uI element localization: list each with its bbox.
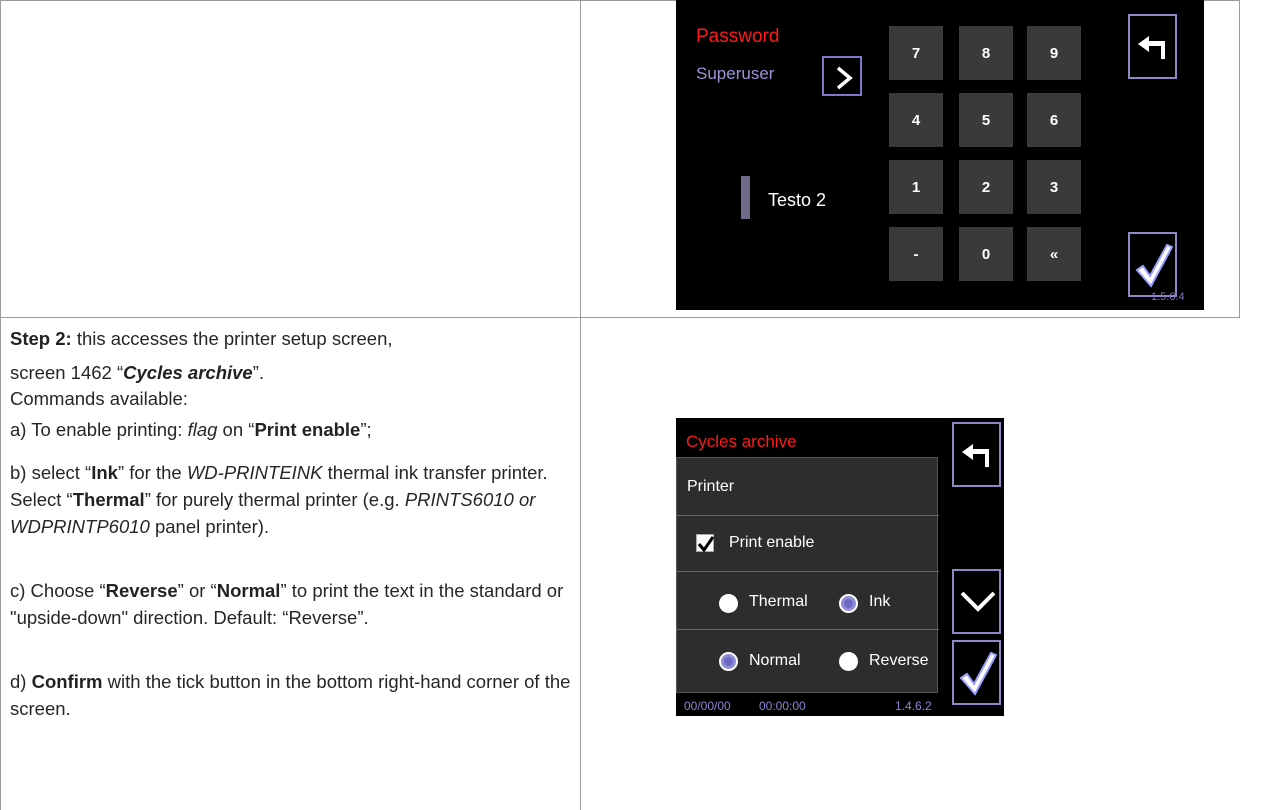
chevron-down-icon (960, 591, 996, 612)
print-direction-row: Normal Reverse (677, 630, 939, 692)
table-border-mid (580, 0, 581, 810)
thermal-radio[interactable] (719, 594, 738, 613)
back-button[interactable] (1128, 14, 1177, 79)
print-enable-checkbox[interactable] (696, 534, 715, 553)
version-label: 1.4.6.2 (895, 699, 932, 713)
normal-radio[interactable] (719, 652, 738, 671)
key-0[interactable]: 0 (959, 227, 1013, 281)
checkmark-icon (697, 536, 715, 553)
screen-reference: screen 1462 “Cycles archive”. (10, 362, 265, 383)
table-border-left (0, 0, 1, 810)
text-cursor-bar (741, 176, 750, 219)
table-row-divider (0, 317, 1240, 318)
thermal-label: Thermal (749, 593, 808, 610)
chevron-right-icon (836, 66, 853, 90)
ink-label: Ink (869, 593, 891, 610)
cycles-archive-screen: Cycles archive Printer Print enable Ther… (676, 418, 1004, 716)
text-label: Testo 2 (768, 190, 827, 210)
item-a: a) To enable printing: flag on “Print en… (10, 419, 372, 440)
printer-settings-panel: Printer Print enable Thermal Ink Normal … (676, 457, 939, 693)
key-5[interactable]: 5 (959, 93, 1013, 147)
checkmark-icon (959, 651, 997, 696)
return-arrow-icon (962, 444, 989, 467)
step-heading: Step 2: this accesses the printer setup … (10, 328, 393, 349)
status-time: 00:00:00 (759, 699, 806, 713)
key-3[interactable]: 3 (1027, 160, 1081, 214)
key-1[interactable]: 1 (889, 160, 943, 214)
back-button[interactable] (952, 422, 1001, 487)
item-b: b) select “Ink” for the WD-PRINTEINK the… (10, 462, 548, 537)
key-minus[interactable]: - (889, 227, 943, 281)
confirm-button[interactable] (952, 640, 1001, 705)
item-d: d) Confirm with the tick button in the b… (10, 671, 571, 719)
key-4[interactable]: 4 (889, 93, 943, 147)
key-2[interactable]: 2 (959, 160, 1013, 214)
status-date: 00/00/00 (684, 699, 731, 713)
ink-radio[interactable] (839, 594, 858, 613)
print-enable-row[interactable]: Print enable (677, 516, 939, 572)
key-6[interactable]: 6 (1027, 93, 1081, 147)
printer-type-row: Thermal Ink (677, 572, 939, 630)
normal-label: Normal (749, 652, 801, 669)
version-label: 1.5.0.4 (1151, 291, 1185, 303)
reverse-label: Reverse (869, 652, 929, 669)
key-9[interactable]: 9 (1027, 26, 1081, 80)
reverse-radio[interactable] (839, 652, 858, 671)
screen-title: Cycles archive (686, 432, 797, 451)
checkmark-icon (1135, 243, 1173, 288)
key-8[interactable]: 8 (959, 26, 1013, 80)
print-enable-label: Print enable (729, 534, 815, 551)
printer-section-label: Printer (687, 478, 735, 495)
password-screen: Password Superuser Testo 2 7 8 9 4 5 6 1… (676, 0, 1204, 310)
user-label: Superuser (696, 64, 775, 83)
confirm-button[interactable] (1128, 232, 1177, 297)
password-label: Password (696, 26, 780, 47)
return-arrow-icon (1138, 36, 1165, 59)
next-user-button[interactable] (822, 56, 862, 96)
scroll-down-button[interactable] (952, 569, 1001, 634)
printer-section-row: Printer (677, 458, 939, 516)
key-backspace[interactable]: « (1027, 227, 1081, 281)
commands-heading: Commands available: (10, 388, 188, 409)
key-7[interactable]: 7 (889, 26, 943, 80)
table-border-right (1239, 0, 1240, 318)
item-c: c) Choose “Reverse” or “Normal” to print… (10, 580, 564, 628)
